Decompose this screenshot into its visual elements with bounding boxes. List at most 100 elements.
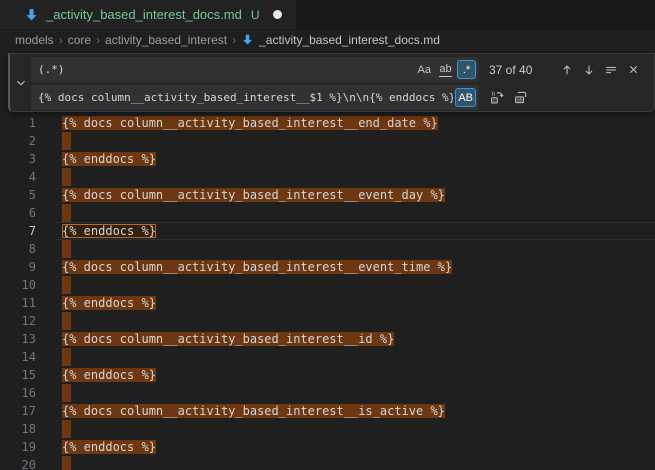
code-line[interactable]: 8 xyxy=(0,240,655,258)
regex-button[interactable]: .* xyxy=(457,60,476,79)
match-highlight: {% docs column__activity_based_interest_… xyxy=(62,332,394,346)
code-text: {% docs column__activity_based_interest_… xyxy=(62,114,438,132)
tab-filename: _activity_based_interest_docs.md xyxy=(46,7,242,22)
replace-input[interactable] xyxy=(31,85,453,110)
line-number: 16 xyxy=(0,384,36,402)
code-line[interactable]: 15{% enddocs %} xyxy=(0,366,655,384)
code-text: {% enddocs %} xyxy=(62,222,156,240)
code-text xyxy=(62,276,71,294)
match-highlight-empty xyxy=(62,276,71,294)
file-icon xyxy=(241,33,254,46)
code-text xyxy=(62,204,71,222)
code-line[interactable]: 14 xyxy=(0,348,655,366)
code-text xyxy=(62,384,71,402)
tab-bar: _activity_based_interest_docs.md U xyxy=(0,0,655,30)
match-highlight-empty xyxy=(62,132,71,150)
breadcrumb-file[interactable]: _activity_based_interest_docs.md xyxy=(241,33,440,47)
line-number: 18 xyxy=(0,420,36,438)
toggle-replace-button[interactable] xyxy=(10,54,31,111)
close-icon xyxy=(627,63,640,76)
line-number: 8 xyxy=(0,240,36,258)
code-line[interactable]: 5 {% docs column__activity_based_interest… xyxy=(0,186,655,204)
find-input[interactable] xyxy=(31,57,413,82)
match-highlight-empty xyxy=(62,456,71,470)
whole-word-button[interactable]: ab xyxy=(436,60,455,79)
previous-match-button[interactable] xyxy=(558,61,576,79)
code-line[interactable]: 12 xyxy=(0,312,655,330)
arrow-down-icon xyxy=(582,63,596,77)
line-number: 1 xyxy=(0,114,36,132)
breadcrumb-item[interactable]: core xyxy=(68,33,91,47)
line-number: 5 xyxy=(0,186,36,204)
match-highlight-empty xyxy=(62,384,71,402)
match-highlight-empty xyxy=(62,168,71,186)
replace-input-box: AB xyxy=(31,85,479,110)
code-line[interactable]: 7{% enddocs %} xyxy=(0,222,655,240)
code-text: {% enddocs %} xyxy=(62,150,156,168)
line-number: 10 xyxy=(0,276,36,294)
code-line[interactable]: 18 xyxy=(0,420,655,438)
find-input-box: Aa ab .* xyxy=(31,57,479,82)
svg-text:b: b xyxy=(492,92,495,98)
close-button[interactable] xyxy=(624,61,642,79)
line-number: 13 xyxy=(0,330,36,348)
line-number: 9 xyxy=(0,258,36,276)
svg-text:ab: ab xyxy=(516,97,522,103)
breadcrumb-file-label: _activity_based_interest_docs.md xyxy=(259,33,440,47)
match-highlight-empty xyxy=(62,312,71,330)
code-text xyxy=(62,348,71,366)
find-in-selection-button[interactable] xyxy=(602,61,620,79)
match-case-button[interactable]: Aa xyxy=(415,60,434,79)
code-line[interactable]: 2 xyxy=(0,132,655,150)
editor-tab[interactable]: _activity_based_interest_docs.md U xyxy=(0,0,297,29)
match-highlight: {% enddocs %} xyxy=(62,440,156,454)
code-line[interactable]: 11{% enddocs %} xyxy=(0,294,655,312)
code-line[interactable]: 19 {% enddocs %} xyxy=(0,438,655,456)
match-highlight: {% enddocs %} xyxy=(62,152,156,166)
whole-word-label: ab xyxy=(439,63,451,77)
next-match-button[interactable] xyxy=(580,61,598,79)
editor-pane: 1 {% docs column__activity_based_interest… xyxy=(0,50,655,470)
code-line[interactable]: 16 xyxy=(0,384,655,402)
breadcrumb-folders: models›core›activity_based_interest› xyxy=(15,33,236,47)
line-number: 2 xyxy=(0,132,36,150)
vscode-window: _activity_based_interest_docs.md U model… xyxy=(0,0,655,470)
code-text: {% docs column__activity_based_interest_… xyxy=(62,402,445,420)
breadcrumb: models›core›activity_based_interest› _ac… xyxy=(0,30,655,49)
current-match-highlight: {% enddocs %} xyxy=(62,224,156,238)
code-line[interactable]: 20 xyxy=(0,456,655,470)
svg-text:c: c xyxy=(493,98,496,104)
find-row: Aa ab .* 37 of 40 xyxy=(31,57,654,82)
code-line[interactable]: 17{% docs column__activity_based_interes… xyxy=(0,402,655,420)
match-highlight: {% docs column__activity_based_interest_… xyxy=(62,404,445,418)
code-line[interactable]: 1 {% docs column__activity_based_interest… xyxy=(0,114,655,132)
code-line[interactable]: 13 {% docs column__activity_based_interes… xyxy=(0,330,655,348)
replace-icon: b c xyxy=(489,90,504,105)
code-text xyxy=(62,240,71,258)
code-text xyxy=(62,168,71,186)
breadcrumb-separator: › xyxy=(59,33,63,47)
line-number: 11 xyxy=(0,294,36,312)
line-number: 20 xyxy=(0,456,36,470)
match-highlight-empty xyxy=(62,420,71,438)
breadcrumb-separator: › xyxy=(232,33,236,47)
line-number: 14 xyxy=(0,348,36,366)
code-line[interactable]: 3{% enddocs %} xyxy=(0,150,655,168)
code-line[interactable]: 4 xyxy=(0,168,655,186)
match-highlight: {% docs column__activity_based_interest_… xyxy=(62,188,445,202)
unsaved-changes-dot[interactable] xyxy=(273,10,282,19)
replace-button[interactable]: b c xyxy=(487,89,505,107)
code-line[interactable]: 9 {% docs column__activity_based_interest… xyxy=(0,258,655,276)
line-number: 12 xyxy=(0,312,36,330)
breadcrumb-item[interactable]: activity_based_interest xyxy=(105,33,227,47)
line-number: 19 xyxy=(0,438,36,456)
breadcrumb-item[interactable]: models xyxy=(15,33,54,47)
code-line[interactable]: 6 xyxy=(0,204,655,222)
preserve-case-button[interactable]: AB xyxy=(455,88,476,107)
code-text xyxy=(62,456,71,470)
match-highlight: {% docs column__activity_based_interest_… xyxy=(62,260,452,274)
selection-lines-icon xyxy=(604,63,618,77)
code-text: {% docs column__activity_based_interest_… xyxy=(62,258,452,276)
replace-all-button[interactable]: ab xyxy=(511,89,529,107)
code-line[interactable]: 10 xyxy=(0,276,655,294)
